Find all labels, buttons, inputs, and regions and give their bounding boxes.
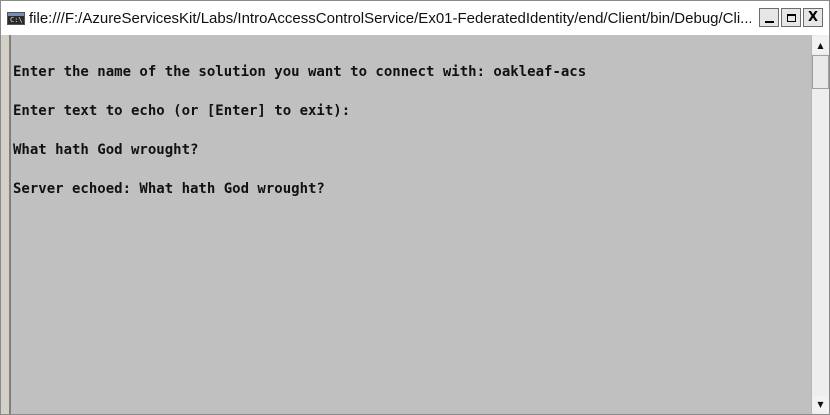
window-title: file:///F:/AzureServicesKit/Labs/IntroAc… <box>29 10 751 27</box>
title-bar[interactable]: C:\ file:///F:/AzureServicesKit/Labs/Int… <box>1 1 829 35</box>
console-line-prompt-echo: Enter text to echo (or [Enter] to exit): <box>13 103 351 119</box>
vertical-scrollbar[interactable]: ▲ ▼ <box>811 35 829 414</box>
console-window: C:\ file:///F:/AzureServicesKit/Labs/Int… <box>0 0 830 415</box>
close-button[interactable]: X <box>803 8 823 27</box>
console-line-server-echo: Server echoed: What hath God wrought? <box>13 181 325 197</box>
scroll-up-arrow-icon[interactable]: ▲ <box>812 37 829 53</box>
scroll-thumb[interactable] <box>812 55 829 89</box>
scroll-down-arrow-icon[interactable]: ▼ <box>812 396 829 412</box>
console-line-user-input: What hath God wrought? <box>13 142 199 158</box>
maximize-button[interactable] <box>781 8 801 27</box>
console-output-area[interactable]: Enter the name of the solution you want … <box>9 35 811 414</box>
window-left-border <box>1 35 9 414</box>
minimize-icon <box>764 20 774 23</box>
console-text: Enter the name of the solution you want … <box>13 40 586 222</box>
console-app-icon[interactable]: C:\ <box>7 12 25 25</box>
maximize-icon <box>786 13 796 22</box>
minimize-button[interactable] <box>759 8 779 27</box>
close-icon: X <box>807 10 819 25</box>
console-line-prompt-solution: Enter the name of the solution you want … <box>13 64 587 80</box>
window-controls: X <box>759 8 823 27</box>
